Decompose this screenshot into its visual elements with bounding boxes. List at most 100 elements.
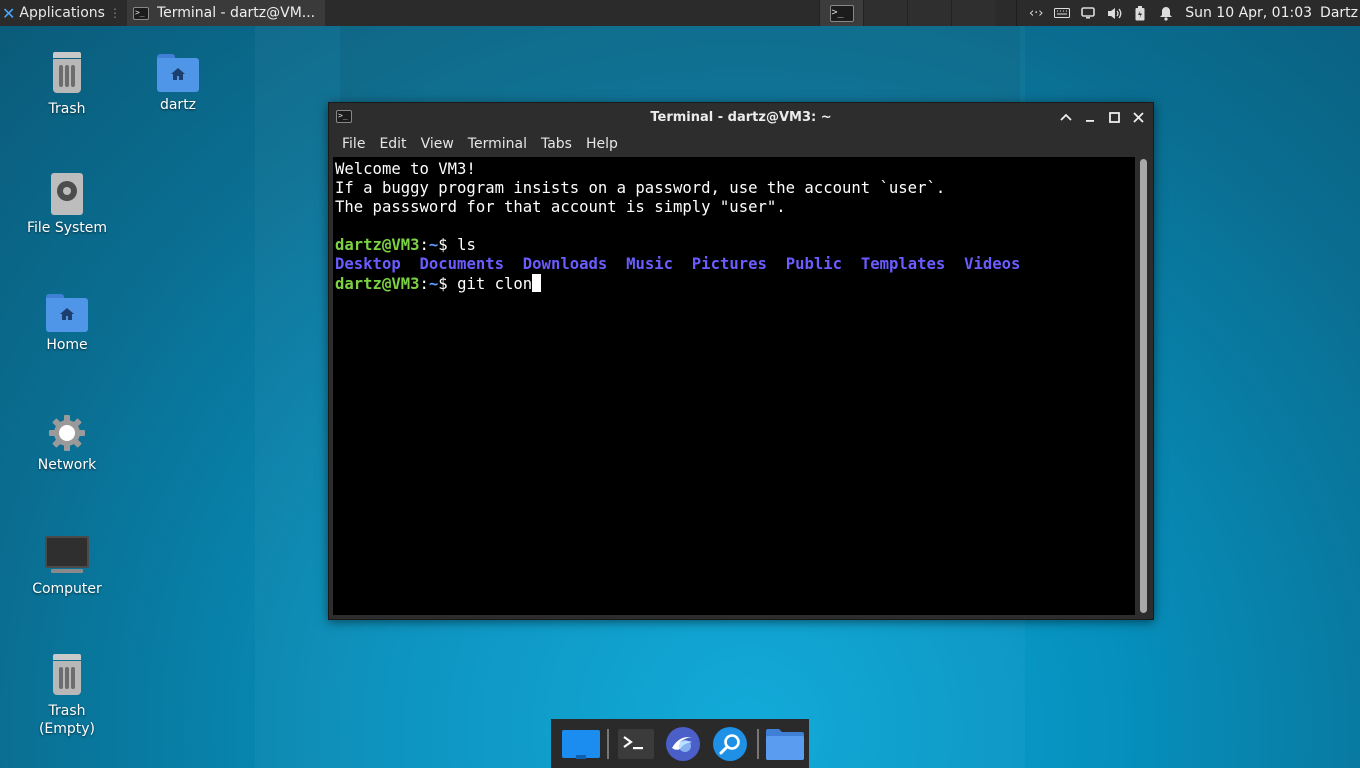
prompt-line: dartz@VM3:~$ git clon xyxy=(335,274,1133,294)
trash-icon xyxy=(51,52,83,96)
desktop-icon-trash-empty[interactable]: Trash (Empty) xyxy=(12,654,122,738)
home-folder-icon xyxy=(46,294,88,332)
desktop-icon-label: Network xyxy=(37,457,97,473)
desktop-icon-network[interactable]: Network xyxy=(12,414,122,474)
desktop-icon-label: Trash (Empty) xyxy=(38,703,96,737)
desktop-icon-label: Trash xyxy=(48,101,86,117)
prompt-colon: : xyxy=(419,275,429,293)
prompt-path: ~ xyxy=(428,275,439,293)
terminal-app-icon xyxy=(617,728,654,759)
maximize-button[interactable] xyxy=(1105,107,1123,127)
motd-line: The passsword for that account is simply… xyxy=(335,198,786,216)
motd-line: If a buggy program insists on a password… xyxy=(335,179,946,197)
battery-icon[interactable] xyxy=(1127,0,1153,26)
taskbar-terminal-label: Terminal - dartz@VM... xyxy=(156,5,316,21)
menu-tabs[interactable]: Tabs xyxy=(534,136,579,152)
desktop-icon-label: Home xyxy=(46,337,88,353)
desktop-icon-trash[interactable]: Trash xyxy=(12,52,122,118)
close-button[interactable] xyxy=(1129,107,1147,127)
dir-entry: Desktop xyxy=(335,255,401,273)
network-arrows-icon[interactable]: ‹·› xyxy=(1023,0,1049,26)
workspace-switcher: >_ xyxy=(819,0,995,26)
prompt-line: dartz@VM3:~$ ls xyxy=(335,236,1133,255)
dock-separator xyxy=(756,728,759,759)
window-titlebar[interactable]: >_ Terminal - dartz@VM3: ~ xyxy=(329,103,1153,131)
dir-entry: Pictures xyxy=(691,255,767,273)
show-desktop-icon xyxy=(561,729,600,759)
dock-web-browser[interactable] xyxy=(659,719,706,768)
drive-icon xyxy=(51,173,83,215)
terminal-icon: >_ xyxy=(829,4,854,22)
workspace-2[interactable] xyxy=(863,0,907,26)
desktop-icon-computer[interactable]: Computer xyxy=(12,536,122,598)
prompt-user: dartz@VM3 xyxy=(335,236,420,254)
network-gear-icon xyxy=(48,414,86,452)
desktop-icon-label: Computer xyxy=(32,581,102,597)
dir-entry: Templates xyxy=(860,255,946,273)
dock-separator xyxy=(607,728,610,759)
menu-edit[interactable]: Edit xyxy=(372,136,413,152)
minimize-button[interactable] xyxy=(1081,107,1099,127)
xfce-logo-icon: ✕ xyxy=(2,3,16,23)
menu-file[interactable]: File xyxy=(335,136,372,152)
prompt-dollar: $ xyxy=(438,275,458,293)
terminal-output[interactable]: Welcome to VM3! If a buggy program insist… xyxy=(333,157,1135,615)
clock[interactable]: Sun 10 Apr, 01:03 xyxy=(1179,5,1320,21)
dir-entry: Documents xyxy=(419,255,505,273)
workspace-1[interactable]: >_ xyxy=(819,0,863,26)
motd-line: Welcome to VM3! xyxy=(335,160,476,178)
folder-icon xyxy=(766,728,805,760)
command-text: ls xyxy=(457,236,476,254)
dir-entry: Downloads xyxy=(522,255,608,273)
applications-label: Applications xyxy=(19,5,105,21)
scrollbar-thumb[interactable] xyxy=(1140,159,1147,613)
desktop-icon-label: dartz xyxy=(159,97,197,113)
workspace-3[interactable] xyxy=(907,0,951,26)
tray-separator xyxy=(1016,0,1018,26)
panel-separator-icon: ⋮ xyxy=(108,6,121,20)
text-cursor xyxy=(532,274,542,292)
web-browser-icon xyxy=(666,726,701,761)
prompt-colon: : xyxy=(419,236,429,254)
desktop-icon-label: File System xyxy=(26,220,108,236)
terminal-scrollbar[interactable] xyxy=(1137,157,1151,615)
taskbar-terminal-button[interactable]: >_ Terminal - dartz@VM... xyxy=(126,0,325,26)
system-tray: ‹·› Sun 10 Apr, 01:03 Dartz xyxy=(1016,0,1360,26)
user-menu[interactable]: Dartz xyxy=(1320,5,1360,21)
display-icon[interactable] xyxy=(1075,0,1101,26)
ls-output-line: Desktop Documents Downloads Music Pictur… xyxy=(335,255,1133,274)
dir-entry: Music xyxy=(626,255,674,273)
desktop-icon-file-system[interactable]: File System xyxy=(12,173,122,237)
menu-view[interactable]: View xyxy=(414,136,461,152)
window-title: Terminal - dartz@VM3: ~ xyxy=(650,109,832,125)
applications-menu-button[interactable]: ✕ Applications ⋮ xyxy=(0,0,125,26)
desktop-icon-home[interactable]: Home xyxy=(12,294,122,354)
top-panel: ✕ Applications ⋮ >_ Terminal - dartz@VM.… xyxy=(0,0,1360,26)
terminal-icon: >_ xyxy=(132,6,149,20)
prompt-path: ~ xyxy=(428,236,439,254)
terminal-window[interactable]: >_ Terminal - dartz@VM3: ~ File Edit Vie… xyxy=(328,102,1154,620)
computer-monitor-icon xyxy=(45,536,89,576)
menubar: File Edit View Terminal Tabs Help xyxy=(329,131,1153,157)
command-input[interactable]: git clon xyxy=(457,275,532,293)
roll-up-button[interactable] xyxy=(1057,107,1075,127)
dock xyxy=(551,719,809,768)
home-folder-icon xyxy=(157,54,199,92)
prompt-user: dartz@VM3 xyxy=(335,275,420,293)
dock-file-manager[interactable] xyxy=(762,719,809,768)
dock-show-desktop[interactable] xyxy=(557,719,604,768)
menu-help[interactable]: Help xyxy=(579,136,625,152)
trash-icon xyxy=(51,654,83,698)
terminal-icon: >_ xyxy=(336,110,352,123)
volume-icon[interactable] xyxy=(1101,0,1127,26)
desktop-icon-dartz[interactable]: dartz xyxy=(123,54,233,114)
dir-entry: Public xyxy=(785,255,843,273)
menu-terminal[interactable]: Terminal xyxy=(461,136,534,152)
search-icon xyxy=(713,726,748,761)
keyboard-icon[interactable] xyxy=(1049,0,1075,26)
workspace-4[interactable] xyxy=(951,0,995,26)
dock-app-finder[interactable] xyxy=(707,719,754,768)
dock-terminal[interactable] xyxy=(612,719,659,768)
notifications-bell-icon[interactable] xyxy=(1153,0,1179,26)
